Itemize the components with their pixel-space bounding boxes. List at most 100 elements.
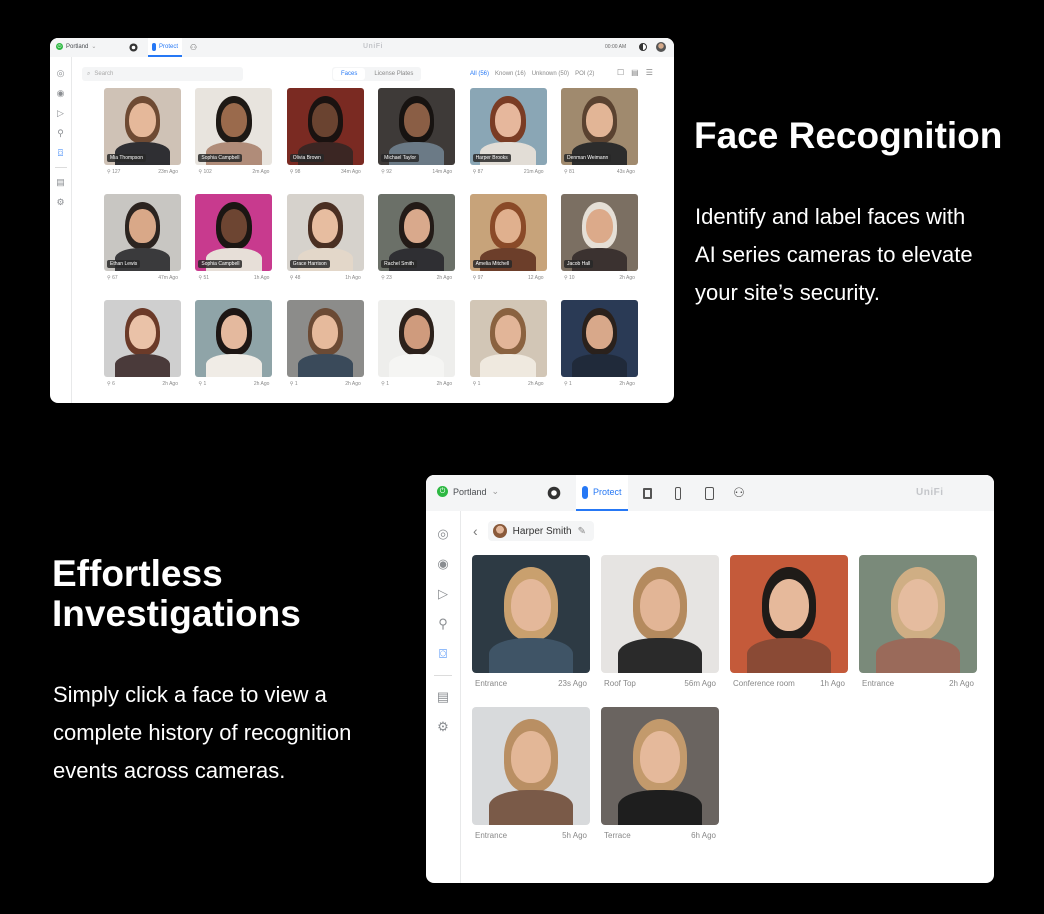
filter-unknown[interactable]: Unknown (50) [532, 71, 569, 77]
face-scan-icon[interactable]: ⌼ [434, 645, 452, 663]
face-thumbnail[interactable]: Harper Brooks [469, 88, 547, 165]
face-thumbnail[interactable]: Ethan Lewis [104, 194, 181, 271]
intercom-icon[interactable] [701, 485, 717, 501]
event-card[interactable]: Entrance 2h Ago [859, 555, 977, 692]
face-thumbnail[interactable]: Sophia Campbell [195, 88, 273, 165]
face-card[interactable]: ⚲ 1 2h Ago [286, 300, 364, 392]
search-input[interactable]: ⌕ Search [82, 67, 243, 81]
person-chip[interactable]: Harper Smith ✎ [487, 521, 594, 541]
face-card[interactable]: Rachel Smith ⚲ 23 2h Ago [378, 194, 456, 286]
face-thumbnail[interactable] [104, 300, 181, 377]
avatar[interactable] [656, 42, 666, 52]
person-name: Harper Smith [512, 525, 572, 537]
user-settings-icon[interactable]: ⚇ [188, 42, 199, 53]
face-thumbnail[interactable]: Denman Weimann [560, 88, 638, 165]
face-thumbnail[interactable]: Rachel Smith [378, 194, 456, 271]
dashboard-icon[interactable]: ◎ [434, 525, 452, 543]
face-thumbnail[interactable]: Mia Thompson [104, 88, 181, 165]
face-scan-icon[interactable]: ⌼ [55, 147, 67, 159]
event-card[interactable]: Roof Top 56m Ago [601, 555, 719, 692]
face-thumbnail[interactable] [286, 300, 364, 377]
filter-icon[interactable]: ☰ [646, 68, 653, 77]
face-card[interactable]: Harper Brooks ⚲ 87 21m Ago [469, 88, 547, 180]
site-selector[interactable]: ⏻ Portland ⌄ [56, 43, 96, 50]
face-card[interactable]: Grace Harrison ⚲ 48 1h Ago [286, 194, 364, 286]
shoulders [297, 353, 353, 377]
face-card[interactable]: ⚲ 1 2h Ago [469, 300, 547, 392]
filter-all[interactable]: All (56) [470, 71, 489, 77]
event-thumbnail[interactable] [472, 555, 590, 673]
tab-protect[interactable]: Protect [576, 475, 628, 511]
face-card[interactable]: Ethan Lewis ⚲ 67 47m Ago [104, 194, 181, 286]
tab-protect[interactable]: Protect [148, 38, 183, 57]
dashboard-icon[interactable]: ◎ [55, 67, 67, 79]
face-thumbnail[interactable]: Amelia Mitchell [469, 194, 547, 271]
camera-app-icon[interactable] [546, 485, 562, 501]
face-card[interactable]: Mia Thompson ⚲ 127 23m Ago [104, 88, 181, 180]
face-card[interactable]: Denman Weimann ⚲ 81 43s Ago [560, 88, 638, 180]
face-card[interactable]: Jacob Hall ⚲ 10 2h Ago [560, 194, 638, 286]
face [220, 103, 247, 138]
event-thumbnail[interactable] [601, 555, 719, 673]
logs-icon[interactable]: ▤ [434, 688, 452, 706]
contrast-icon[interactable] [639, 43, 647, 51]
face-thumbnail[interactable]: Michael Taylor [378, 88, 456, 165]
face-thumbnail[interactable] [195, 300, 273, 377]
face-card[interactable]: Sophia Campbell ⚲ 51 1h Ago [195, 194, 273, 286]
event-card[interactable]: Conference room 1h Ago [730, 555, 848, 692]
detections-count: ⚲ 10 [564, 275, 575, 281]
face-thumbnail[interactable] [469, 300, 547, 377]
face-card[interactable]: Sophia Campbell ⚲ 102 2m Ago [195, 88, 273, 180]
event-card[interactable]: Terrace 6h Ago [601, 707, 719, 844]
select-icon[interactable]: ☐ [617, 68, 624, 77]
camera-app-icon[interactable] [128, 42, 139, 53]
logs-icon[interactable]: ▤ [55, 176, 67, 188]
list-view-icon[interactable]: ▤ [631, 68, 639, 77]
gear-icon[interactable]: ⚙ [434, 718, 452, 736]
event-thumbnail[interactable] [601, 707, 719, 825]
last-seen: 2h Ago [436, 381, 453, 387]
face-thumbnail[interactable] [560, 300, 638, 377]
face-card[interactable]: ⚲ 1 2h Ago [560, 300, 638, 392]
face-name-label: Harper Brooks [472, 154, 511, 162]
event-card[interactable]: Entrance 5h Ago [472, 707, 590, 844]
detections-icon[interactable]: ⚲ [434, 615, 452, 633]
event-thumbnail[interactable] [859, 555, 977, 673]
face-card[interactable]: Amelia Mitchell ⚲ 97 12 Ago [469, 194, 547, 286]
face-thumbnail[interactable] [378, 300, 456, 377]
edit-icon[interactable]: ✎ [578, 526, 586, 537]
face-card[interactable]: ⚲ 1 2h Ago [195, 300, 273, 392]
tab-faces[interactable]: Faces [333, 68, 366, 80]
face-thumbnail[interactable]: Olivia Brown [286, 88, 364, 165]
face-thumbnail[interactable]: Jacob Hall [560, 194, 638, 271]
filter-poi[interactable]: POI (2) [575, 71, 594, 77]
event-card[interactable]: Entrance 23s Ago [472, 555, 590, 692]
site-selector[interactable]: ⏻ Portland ⌄ [437, 486, 499, 497]
gear-icon[interactable]: ⚙ [55, 196, 67, 208]
face-thumbnail[interactable]: Grace Harrison [286, 194, 364, 271]
recognition-type-toggle: Faces License Plates [332, 67, 422, 81]
play-icon[interactable]: ▷ [55, 107, 67, 119]
detections-icon[interactable]: ⚲ [55, 127, 67, 139]
phone-icon[interactable] [670, 485, 686, 501]
face-thumbnail[interactable]: Sophia Campbell [195, 194, 273, 271]
face-meta: ⚲ 10 2h Ago [561, 271, 638, 281]
event-time: 6h Ago [691, 831, 716, 840]
event-thumbnail[interactable] [472, 707, 590, 825]
access-icon[interactable] [639, 485, 655, 501]
last-seen: 47m Ago [158, 275, 178, 281]
devices-icon[interactable]: ◉ [55, 87, 67, 99]
play-icon[interactable]: ▷ [434, 585, 452, 603]
face-card[interactable]: ⚲ 6 2h Ago [104, 300, 181, 392]
devices-icon[interactable]: ◉ [434, 555, 452, 573]
event-time: 1h Ago [820, 679, 845, 688]
last-seen: 2h Ago [162, 381, 178, 387]
face-card[interactable]: Michael Taylor ⚲ 92 14m Ago [378, 88, 456, 180]
back-arrow-icon[interactable]: ‹ [473, 523, 478, 539]
user-settings-icon[interactable]: ⚇ [731, 485, 747, 501]
filter-known[interactable]: Known (16) [495, 71, 526, 77]
tab-license-plates[interactable]: License Plates [366, 67, 421, 81]
event-thumbnail[interactable] [730, 555, 848, 673]
face-card[interactable]: Olivia Brown ⚲ 98 34m Ago [286, 88, 364, 180]
face-card[interactable]: ⚲ 1 2h Ago [378, 300, 456, 392]
